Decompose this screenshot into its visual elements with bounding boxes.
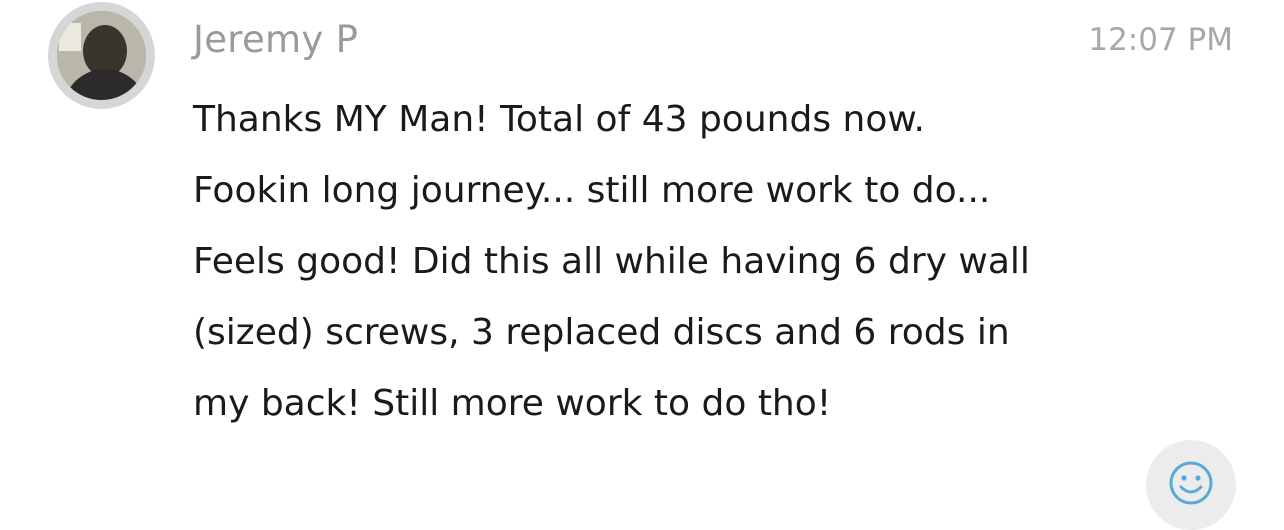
message-line: (sized) screws, 3 replaced discs and 6 r… xyxy=(193,312,1010,353)
avatar[interactable] xyxy=(48,2,155,109)
message-text: Thanks MY Man! Total of 43 pounds now. F… xyxy=(193,84,1253,439)
message-line: Fookin long journey... still more work t… xyxy=(193,170,991,211)
message-line: my back! Still more work to do tho! xyxy=(193,383,832,424)
avatar-photo xyxy=(57,11,146,100)
add-reaction-button[interactable] xyxy=(1146,440,1236,530)
message-line: Thanks MY Man! Total of 43 pounds now. xyxy=(193,99,925,140)
message-line: Feels good! Did this all while having 6 … xyxy=(193,241,1030,282)
sender-name: Jeremy P xyxy=(193,18,359,61)
chat-message: Jeremy P 12:07 PM Thanks MY Man! Total o… xyxy=(0,0,1284,530)
smiley-icon xyxy=(1169,461,1213,505)
message-timestamp: 12:07 PM xyxy=(1088,22,1233,58)
